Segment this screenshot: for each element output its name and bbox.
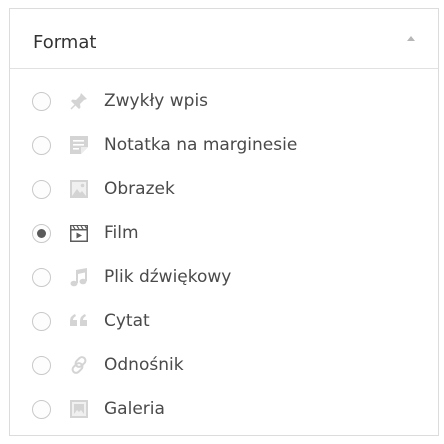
format-option-image[interactable]: Obrazek — [10, 170, 438, 214]
radio-button[interactable] — [32, 356, 51, 375]
format-label: Galeria — [104, 399, 165, 419]
format-label: Cytat — [104, 311, 150, 331]
format-option-gallery[interactable]: Galeria — [10, 390, 438, 434]
radio-button[interactable] — [32, 92, 51, 111]
format-label: Odnośnik — [104, 355, 184, 375]
link-icon — [68, 354, 90, 376]
format-label: Obrazek — [104, 179, 175, 199]
format-label: Notatka na marginesie — [104, 135, 298, 155]
radio-button[interactable] — [32, 400, 51, 419]
format-option-audio[interactable]: Plik dźwiękowy — [10, 258, 438, 302]
video-icon — [68, 222, 90, 244]
caret-up-icon — [407, 36, 415, 41]
radio-button[interactable] — [32, 180, 51, 199]
gallery-icon — [68, 398, 90, 420]
format-option-video[interactable]: Film — [10, 214, 438, 258]
format-option-standard[interactable]: Zwykły wpis — [10, 82, 438, 126]
music-icon — [68, 266, 90, 288]
radio-button[interactable] — [32, 136, 51, 155]
collapse-toggle-button[interactable] — [388, 9, 438, 68]
radio-button-selected[interactable] — [32, 224, 51, 243]
format-label: Zwykły wpis — [104, 91, 209, 111]
format-label: Plik dźwiękowy — [104, 267, 232, 287]
format-option-aside[interactable]: Notatka na marginesie — [10, 126, 438, 170]
panel-title: Format — [33, 32, 97, 53]
note-icon — [68, 134, 90, 156]
pushpin-icon — [68, 90, 90, 112]
panel-header: Format — [10, 9, 438, 69]
format-label: Film — [104, 223, 139, 243]
quote-icon — [68, 310, 90, 332]
radio-button[interactable] — [32, 268, 51, 287]
image-icon — [68, 178, 90, 200]
radio-button[interactable] — [32, 312, 51, 331]
format-panel: Format Zwykły wpis Notatka na marginesie… — [9, 8, 439, 436]
format-option-quote[interactable]: Cytat — [10, 302, 438, 346]
format-option-link[interactable]: Odnośnik — [10, 346, 438, 390]
